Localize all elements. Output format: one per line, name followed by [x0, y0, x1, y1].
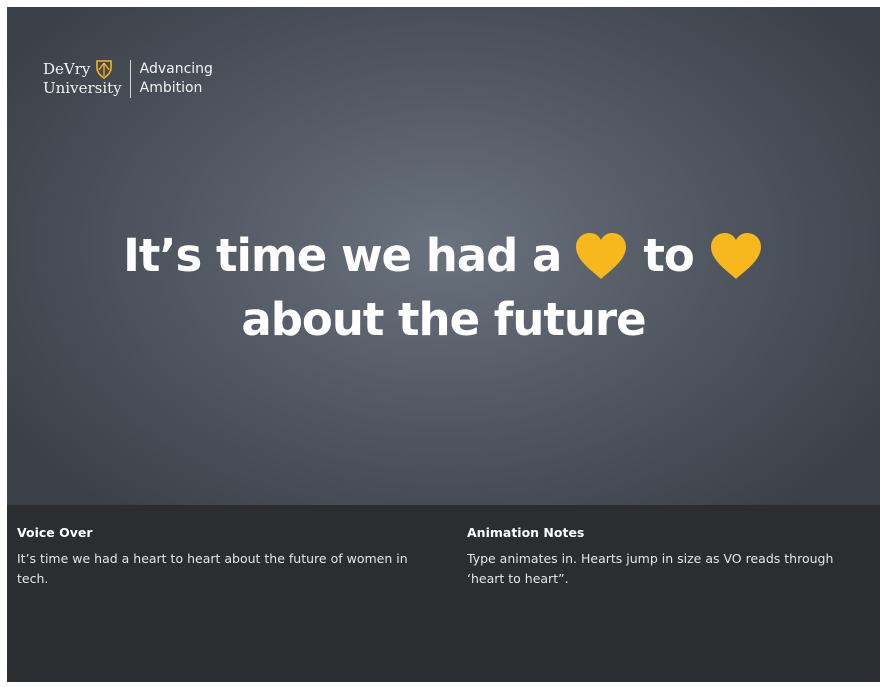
logo-line2: University: [43, 79, 122, 97]
headline: It’s time we had a to about the future: [7, 224, 880, 352]
logo-divider: [129, 59, 131, 98]
animation-notes-section: Animation Notes Type animates in. Hearts…: [467, 525, 867, 589]
heart-icon: [710, 233, 761, 279]
shield-icon: [96, 60, 113, 79]
voice-over-title: Voice Over: [17, 525, 93, 540]
headline-line2: about the future: [241, 293, 646, 346]
video-frame: DeVry University Advancing Ambition It’s…: [7, 7, 880, 505]
logo-wordmark: DeVry University: [43, 59, 122, 98]
storyboard-frame: DeVry University Advancing Ambition It’s…: [7, 7, 880, 682]
devry-logo: DeVry University Advancing Ambition: [43, 59, 213, 98]
tagline-line1: Advancing: [139, 60, 213, 77]
voice-over-text: It’s time we had a heart to heart about …: [17, 551, 408, 586]
heart-icon: [576, 233, 627, 279]
headline-line1: It’s time we had a to: [7, 224, 880, 288]
logo-line1: DeVry: [43, 59, 91, 78]
headline-text-middle: to: [643, 229, 694, 282]
tagline-line2: Ambition: [139, 79, 203, 96]
voice-over-section: Voice Over It’s time we had a heart to h…: [17, 525, 417, 589]
animation-notes-text: Type animates in. Hearts jump in size as…: [467, 551, 834, 586]
logo-tagline: Advancing Ambition: [140, 60, 213, 98]
headline-text-start: It’s time we had a: [123, 229, 562, 282]
animation-notes-title: Animation Notes: [467, 525, 585, 540]
